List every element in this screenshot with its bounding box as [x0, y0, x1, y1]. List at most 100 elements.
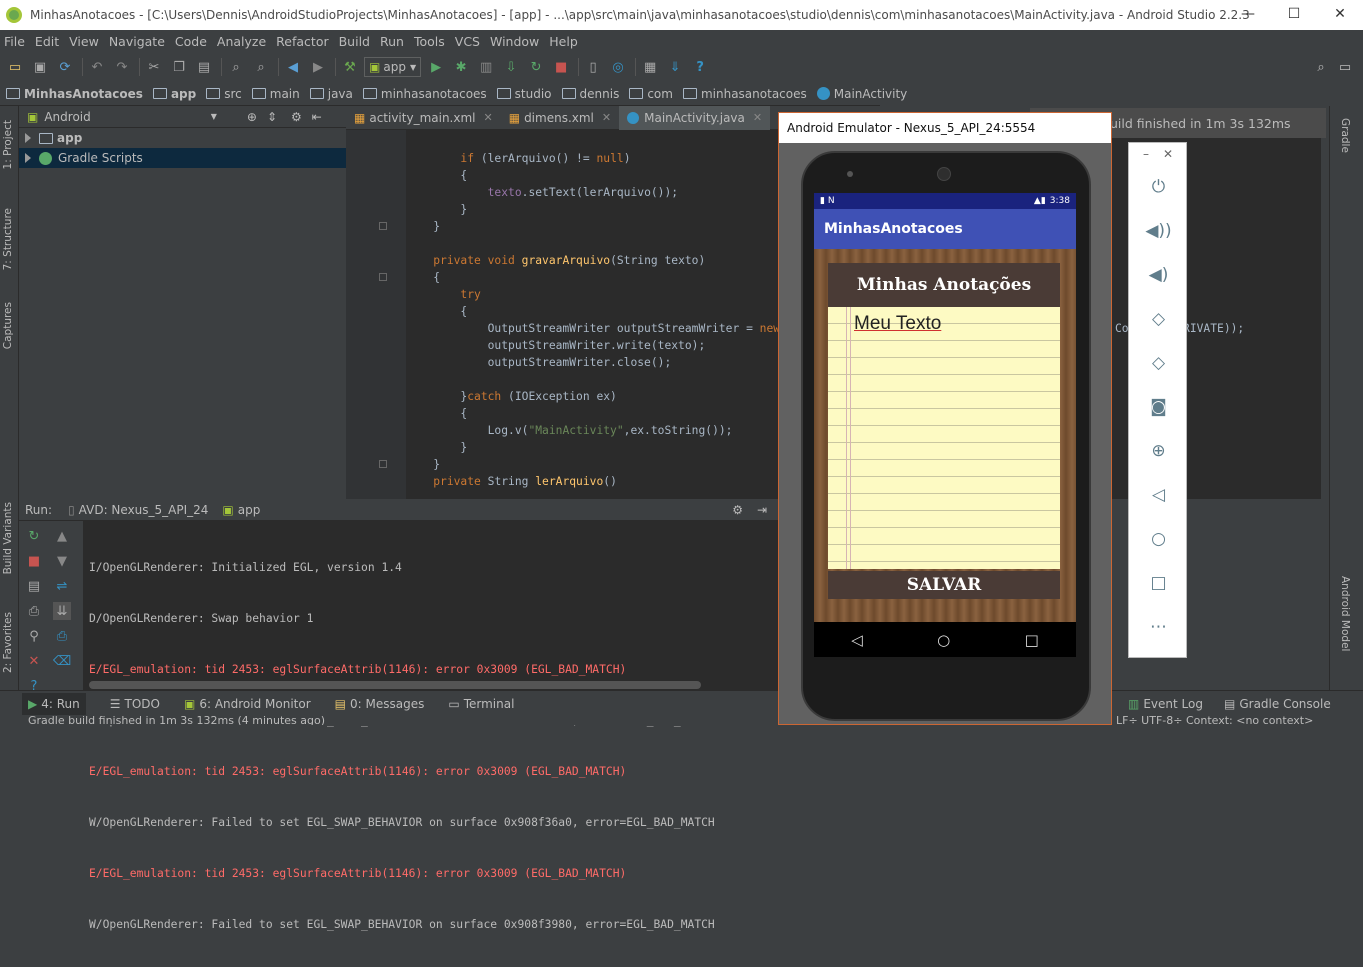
emulator-title-bar[interactable]: Android Emulator - Nexus_5_API_24:5554: [779, 113, 1111, 143]
attach-debugger-icon[interactable]: ⇩: [500, 56, 522, 78]
make-project-icon[interactable]: ⚒: [339, 56, 361, 78]
back-icon[interactable]: ◁: [1129, 485, 1188, 505]
stop-icon[interactable]: ■: [550, 56, 572, 78]
tab-terminal[interactable]: ▭ Terminal: [448, 697, 514, 711]
fold-icon[interactable]: [379, 222, 387, 230]
scroll-up-icon[interactable]: ▲: [53, 527, 71, 545]
tab-favorites[interactable]: 2: Favorites: [2, 612, 14, 673]
breadcrumb-item[interactable]: minhasanotacoes: [682, 87, 807, 101]
menu-analyze[interactable]: Analyze: [217, 34, 266, 49]
breadcrumb-item[interactable]: com: [629, 87, 673, 101]
menu-navigate[interactable]: Navigate: [109, 34, 165, 49]
tab-mainactivity-java[interactable]: MainActivity.java ✕: [619, 105, 771, 130]
scroll-down-icon[interactable]: ▼: [53, 552, 71, 570]
help-icon[interactable]: ?: [689, 56, 711, 78]
close-tab-icon[interactable]: ✕: [602, 111, 611, 124]
menu-run[interactable]: Run: [380, 34, 404, 49]
scroll-to-end-icon[interactable]: ⇊: [53, 602, 71, 620]
run-icon[interactable]: ▶: [425, 56, 447, 78]
menu-help[interactable]: Help: [549, 34, 578, 49]
camera-icon[interactable]: ◙: [1129, 397, 1188, 417]
breadcrumb-item[interactable]: MainActivity: [816, 87, 907, 101]
replace-icon[interactable]: ⌕: [250, 56, 272, 78]
minimize-button[interactable]: —: [1225, 0, 1271, 30]
back-icon[interactable]: ◀: [282, 56, 304, 78]
expand-icon[interactable]: [25, 153, 31, 163]
project-view-selector[interactable]: ▣ Android ▼ ⊕ ⇕ ⚙ ⇤: [19, 106, 346, 128]
home-icon[interactable]: ○: [937, 631, 950, 649]
tab-android-monitor[interactable]: ▣ 6: Android Monitor: [184, 697, 311, 711]
open-folder-icon[interactable]: ▭: [4, 56, 26, 78]
search-everywhere-icon[interactable]: ⌕: [1310, 56, 1332, 78]
tab-activity-main-xml[interactable]: ▦ activity_main.xml ✕: [346, 106, 501, 130]
breadcrumb-item[interactable]: minhasanotacoes: [362, 87, 487, 101]
minimize-icon[interactable]: –: [1143, 147, 1149, 161]
sync-gradle-icon[interactable]: ◎: [607, 56, 629, 78]
power-icon[interactable]: ⏻: [1129, 177, 1188, 197]
breadcrumb-item[interactable]: MinhasAnotacoes: [6, 87, 143, 101]
layout-icon[interactable]: ▤: [25, 577, 43, 595]
overview-icon[interactable]: □: [1129, 573, 1188, 593]
gear-icon[interactable]: ⚙: [732, 503, 743, 517]
project-structure-icon[interactable]: ▦: [639, 56, 661, 78]
tab-todo[interactable]: ☰ TODO: [110, 697, 160, 711]
rotate-left-icon[interactable]: ◇: [1129, 309, 1188, 329]
tab-gradle-console[interactable]: ▤ Gradle Console: [1224, 697, 1331, 711]
breadcrumb-item[interactable]: dennis: [561, 87, 619, 101]
avd-manager-icon[interactable]: ▯: [582, 56, 604, 78]
menu-build[interactable]: Build: [339, 34, 370, 49]
print-icon[interactable]: ⎙: [53, 627, 71, 645]
soft-wrap-icon[interactable]: ⇌: [53, 577, 71, 595]
fold-icon[interactable]: [379, 460, 387, 468]
menu-view[interactable]: View: [69, 34, 99, 49]
profile-icon[interactable]: ▥: [475, 56, 497, 78]
tab-dimens-xml[interactable]: ▦ dimens.xml ✕: [501, 106, 619, 130]
apply-changes-icon[interactable]: ↻: [525, 56, 547, 78]
run-config-select[interactable]: ▣ app ▼: [364, 57, 422, 77]
hide-panel-icon[interactable]: ⇤: [312, 110, 322, 124]
code-editor[interactable]: if (lerArquivo() != null) { texto.setTex…: [406, 130, 778, 499]
tab-android-model[interactable]: Android Model: [1339, 576, 1351, 651]
collapse-icon[interactable]: ⇕: [267, 110, 277, 124]
close-button[interactable]: ✕: [1317, 0, 1363, 30]
note-text-input[interactable]: Meu Texto: [854, 313, 941, 335]
tab-gradle[interactable]: Gradle: [1339, 118, 1351, 153]
volume-down-icon[interactable]: ◀): [1129, 265, 1188, 285]
breadcrumb-item[interactable]: studio: [496, 87, 552, 101]
run-tab-app[interactable]: ▣ app: [222, 503, 260, 517]
tab-messages[interactable]: ▤ 0: Messages: [335, 697, 425, 711]
sdk-manager-icon[interactable]: ⇓: [664, 56, 686, 78]
cut-icon[interactable]: ✂: [143, 56, 165, 78]
tab-project[interactable]: 1: Project: [2, 120, 14, 169]
volume-up-icon[interactable]: ◀)): [1129, 221, 1188, 241]
menu-edit[interactable]: Edit: [35, 34, 59, 49]
zoom-icon[interactable]: ⊕: [1129, 441, 1188, 461]
pin-icon[interactable]: ⚲: [25, 627, 43, 645]
rerun-icon[interactable]: ↻: [25, 527, 43, 545]
tab-run[interactable]: ▶ 4: Run: [22, 692, 86, 715]
dump-threads-icon[interactable]: ⎙: [25, 602, 43, 620]
copy-icon[interactable]: ❐: [168, 56, 190, 78]
menu-window[interactable]: Window: [490, 34, 539, 49]
menu-file[interactable]: File: [4, 34, 25, 49]
tab-captures[interactable]: Captures: [2, 302, 14, 349]
redo-icon[interactable]: ↷: [111, 56, 133, 78]
breadcrumb-item[interactable]: src: [206, 87, 242, 101]
hide-icon[interactable]: ▭: [1334, 56, 1356, 78]
fold-icon[interactable]: [379, 273, 387, 281]
undo-icon[interactable]: ↶: [86, 56, 108, 78]
paste-icon[interactable]: ▤: [193, 56, 215, 78]
console-output[interactable]: I/OpenGLRenderer: Initialized EGL, versi…: [89, 525, 715, 967]
save-icon[interactable]: ▣: [29, 56, 51, 78]
menu-vcs[interactable]: VCS: [455, 34, 480, 49]
expand-icon[interactable]: [25, 133, 31, 143]
close-tab-icon[interactable]: ✕: [484, 111, 493, 124]
overview-icon[interactable]: □: [1025, 631, 1039, 649]
back-icon[interactable]: ◁: [851, 631, 863, 649]
tab-build-variants[interactable]: Build Variants: [2, 502, 14, 574]
run-tab-avd[interactable]: ▯ AVD: Nexus_5_API_24: [68, 503, 208, 517]
breadcrumb-item[interactable]: main: [251, 87, 300, 101]
tab-event-log[interactable]: ▥ Event Log: [1128, 697, 1203, 711]
find-icon[interactable]: ⌕: [225, 56, 247, 78]
device-screen[interactable]: ▮ N ▲▮ 3:38 MinhasAnotacoes Minhas Anota…: [814, 193, 1076, 657]
